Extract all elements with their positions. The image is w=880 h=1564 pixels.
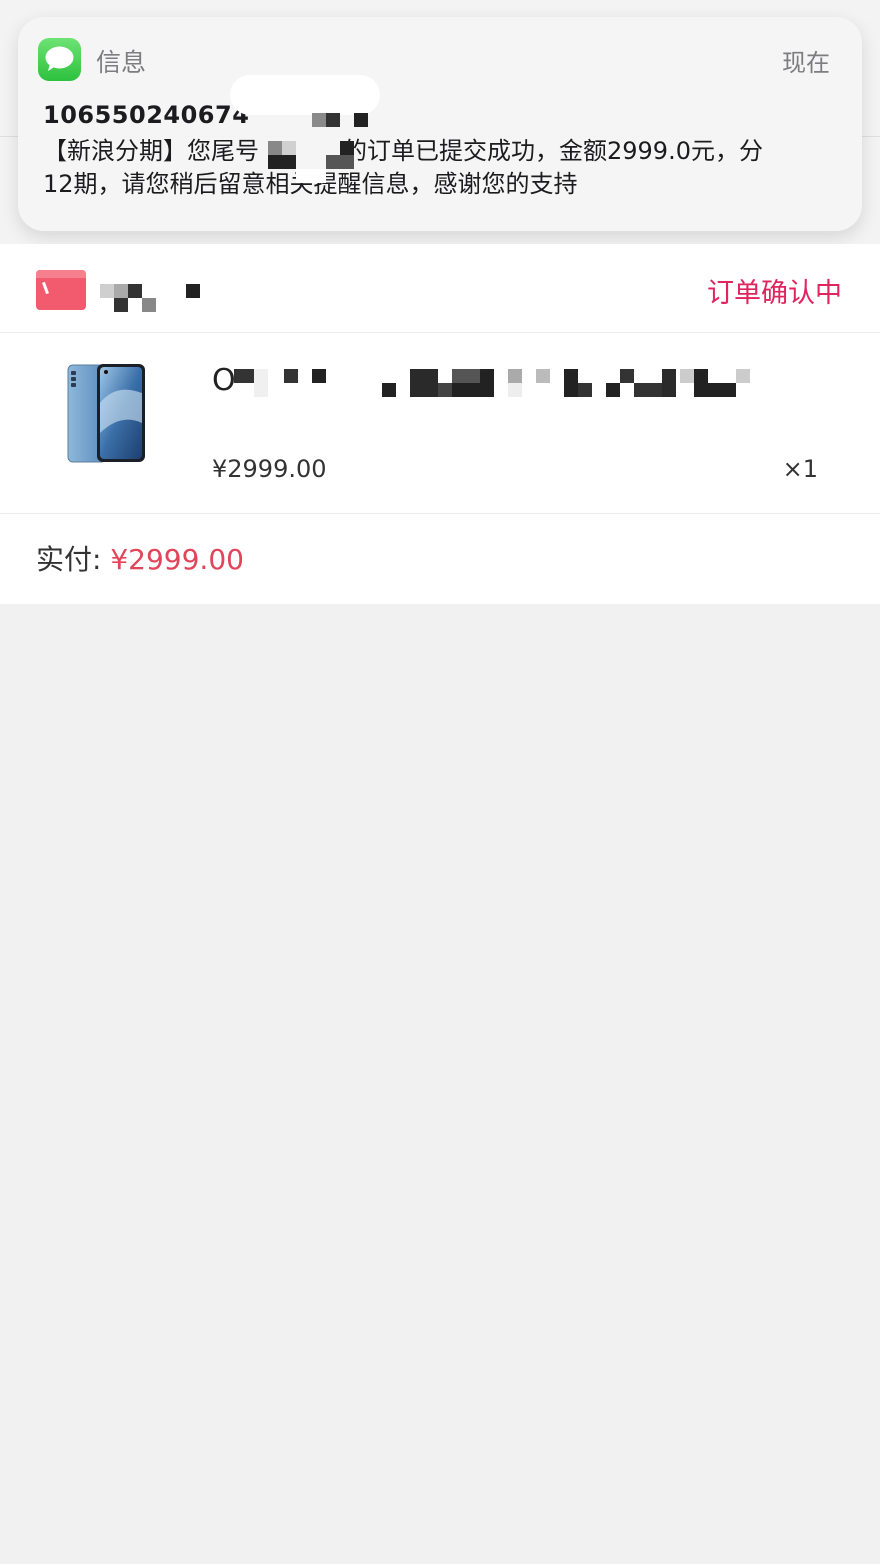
shop-icon <box>36 270 86 310</box>
notification-body-part2: 的订单已提交成功，金额2999.0元，分 <box>343 137 763 165</box>
total-paid-amount: ¥2999.00 <box>110 543 244 576</box>
redacted-shop-name <box>100 284 200 314</box>
shop-row[interactable]: 订单确认中 <box>0 244 880 333</box>
notification-sender: 106550240674 <box>43 101 250 129</box>
order-card[interactable]: 订单确认中 O ¥2999.00 ×1 实付: ¥2999.00 <box>0 244 880 604</box>
total-paid-row: 实付: ¥2999.00 <box>36 538 244 578</box>
product-title-prefix: O <box>212 363 236 398</box>
notification-body-part1: 【新浪分期】您尾号 <box>43 137 259 165</box>
redacted-product-title <box>234 369 754 397</box>
notification-app-name: 信息 <box>96 48 147 77</box>
product-title: O <box>212 363 236 398</box>
order-status: 订单确认中 <box>707 278 842 309</box>
sms-notification-banner[interactable]: 信息 现在 106550240674 【新浪分期】您尾号 的订单已提交成功，金额2… <box>18 17 862 231</box>
phone-image <box>66 363 148 465</box>
total-paid-label: 实付: <box>36 543 111 576</box>
messages-icon <box>38 38 81 81</box>
notification-body: 【新浪分期】您尾号 的订单已提交成功，金额2999.0元，分 12期，请您稍后留意… <box>43 135 818 201</box>
notification-time: 现在 <box>782 49 830 77</box>
product-quantity: ×1 <box>782 455 818 483</box>
product-row[interactable]: O ¥2999.00 ×1 <box>0 333 880 514</box>
product-price: ¥2999.00 <box>212 455 327 483</box>
redaction-mosaic <box>230 75 380 205</box>
